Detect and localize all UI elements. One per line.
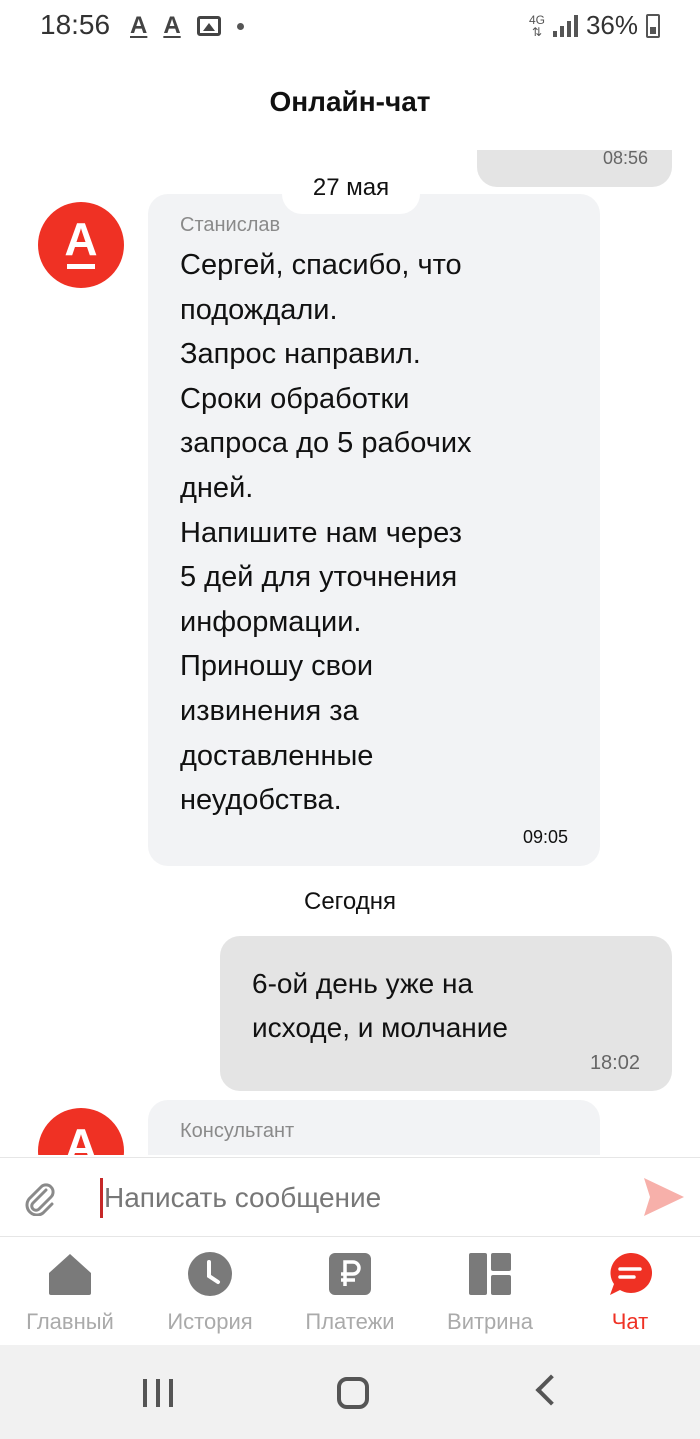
attach-paperclip-icon[interactable] [22,1180,56,1216]
back-icon[interactable] [535,1374,567,1406]
sender-name: Станислав [180,214,281,236]
chat-feed[interactable]: 08:56 27 мая A Станислав Сергей, спасибо… [0,150,700,1155]
message-text: 6-ой день уже на исходе, и молчание [252,968,508,1043]
incoming-message[interactable]: Консультант [148,1100,600,1155]
battery-percent: 36% [585,10,638,40]
message-time: 09:05 [522,826,568,847]
alfa-logo-icon: A [64,213,98,265]
incoming-message[interactable]: Станислав Сергей, спасибо, что подождали… [148,194,600,866]
date-separator: 27 мая [282,164,420,214]
message-text: Сергей, спасибо, что подождали. Запрос н… [180,249,472,817]
home-icon [49,1254,91,1295]
alfa-logo-icon: A [64,1119,98,1155]
network-type: 4G ⇅ [528,12,545,39]
system-nav-bar [0,1345,700,1439]
text-cursor [100,1178,103,1218]
tab-label: Чат [611,1309,649,1334]
bank-avatar: A [38,1108,124,1155]
sender-name: Консультант [180,1120,295,1142]
page-title: Онлайн-чат [269,86,431,117]
chat-icon [610,1252,653,1295]
alfa-notification-icon: A [130,12,148,39]
message-input[interactable]: Написать сообщение [104,1182,381,1214]
tab-showcase[interactable]: Витрина [420,1251,560,1335]
tab-label: Главный [26,1309,114,1334]
gallery-notification-icon [196,16,221,36]
tab-label: История [167,1309,253,1334]
battery-icon [646,13,660,38]
tab-chat[interactable]: Чат [560,1251,700,1335]
tab-main[interactable]: Главный [0,1251,140,1335]
tab-label: Платежи [305,1309,395,1334]
tab-label: Витрина [447,1309,533,1334]
status-bar: 18:56 A A 4G ⇅ 36% [0,0,700,50]
outgoing-message[interactable]: 6-ой день уже на исходе, и молчание 18:0… [220,936,672,1091]
more-notifications-dot-icon [236,22,244,30]
status-time: 18:56 [40,9,111,40]
clock-icon [188,1252,232,1296]
recent-apps-icon[interactable] [143,1379,173,1407]
send-icon[interactable] [644,1178,684,1216]
message-time: 08:56 [602,150,648,168]
signal-icon [552,14,578,37]
outgoing-message-previous[interactable]: 08:56 [477,150,672,187]
tab-history[interactable]: История [140,1251,280,1335]
grid-icon [469,1253,511,1295]
home-button-icon[interactable] [337,1377,369,1409]
date-separator-today: Сегодня [304,888,396,915]
message-composer: Написать сообщение [0,1157,700,1237]
message-time: 18:02 [589,1052,640,1074]
ruble-icon [329,1253,371,1295]
notification-icons: A A [130,12,244,40]
bank-avatar: A [38,202,124,288]
bottom-tab-bar: Главный История Платежи Витрина Чат [0,1237,700,1345]
alfa-notification-icon-2: A [163,12,181,39]
tab-payments[interactable]: Платежи [280,1251,420,1335]
status-right: 4G ⇅ 36% [529,10,660,41]
